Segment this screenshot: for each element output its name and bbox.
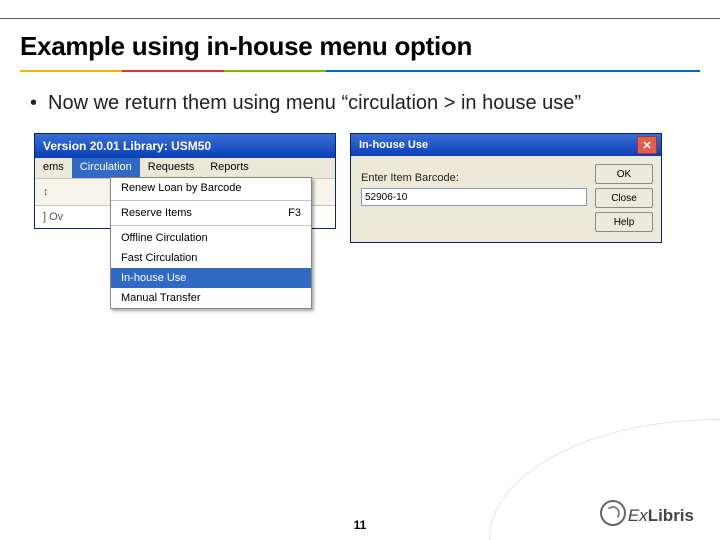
menu-option-renew[interactable]: Renew Loan by Barcode xyxy=(111,178,311,198)
menu-item-requests[interactable]: Requests xyxy=(140,158,202,178)
slide-title: Example using in-house menu option xyxy=(0,19,720,70)
menu-option-manual[interactable]: Manual Transfer xyxy=(111,288,311,308)
menu-option-reserve[interactable]: Reserve ItemsF3 xyxy=(111,203,311,223)
close-button[interactable]: Close xyxy=(595,188,653,208)
menu-option-fast[interactable]: Fast Circulation xyxy=(111,248,311,268)
bullet-text: Now we return them using menu “circulati… xyxy=(48,90,581,117)
menubar[interactable]: ems Circulation Requests Reports xyxy=(35,158,335,178)
dialog-titlebar: In-house Use ✕ xyxy=(351,134,661,156)
menu-option-inhouse[interactable]: In-house Use xyxy=(111,268,311,288)
top-bar xyxy=(0,0,720,19)
menu-separator xyxy=(111,200,311,201)
toolbar-icon: ↕ xyxy=(43,186,49,198)
inhouse-dialog: In-house Use ✕ Enter Item Barcode: OK Cl… xyxy=(350,133,662,243)
menu-item-ems[interactable]: ems xyxy=(35,158,72,178)
help-button[interactable]: Help xyxy=(595,212,653,232)
brand-icon xyxy=(600,500,626,526)
dialog-title-text: In-house Use xyxy=(359,139,428,151)
app-titlebar: Version 20.01 Library: USM50 xyxy=(35,134,335,158)
menu-item-reports[interactable]: Reports xyxy=(202,158,257,178)
brand-logo: ExLibris xyxy=(600,500,694,526)
bullet-marker: • xyxy=(30,90,48,117)
bullet: • Now we return them using menu “circula… xyxy=(0,72,720,117)
close-icon[interactable]: ✕ xyxy=(637,136,657,154)
barcode-input[interactable] xyxy=(361,188,587,206)
menu-separator xyxy=(111,225,311,226)
barcode-label: Enter Item Barcode: xyxy=(361,172,587,184)
menu-option-offline[interactable]: Offline Circulation xyxy=(111,228,311,248)
menu-item-circulation[interactable]: Circulation xyxy=(72,158,140,178)
dropdown-menu[interactable]: Renew Loan by Barcode Reserve ItemsF3 Of… xyxy=(110,177,312,309)
ok-button[interactable]: OK xyxy=(595,164,653,184)
